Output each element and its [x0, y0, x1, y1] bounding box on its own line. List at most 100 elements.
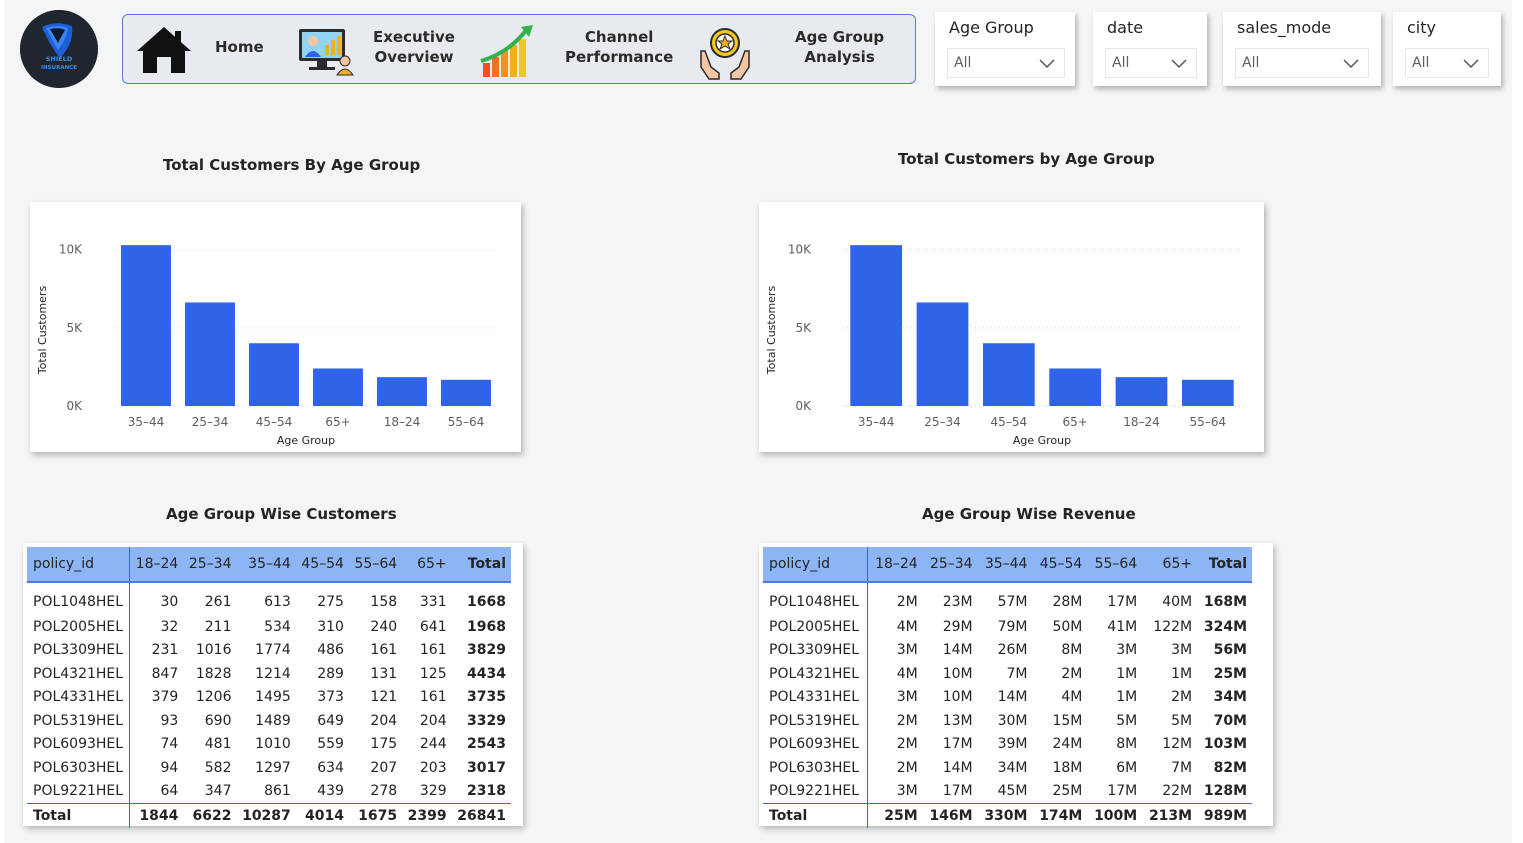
- column-header[interactable]: 18–24: [129, 547, 184, 583]
- table-cell: POL9221HEL: [27, 779, 131, 804]
- column-header[interactable]: policy_id: [27, 547, 131, 583]
- table-cell: 2M: [896, 712, 918, 729]
- column-header[interactable]: 18–24: [867, 547, 923, 583]
- x-tick-label: 65+: [1063, 415, 1088, 429]
- table-cell: 329: [419, 783, 447, 800]
- executive-dashboard-icon[interactable]: [297, 25, 355, 81]
- bar-25-34[interactable]: [185, 302, 235, 406]
- bar-35-44[interactable]: [850, 245, 903, 406]
- table-cell: 231: [151, 642, 179, 659]
- revenue-matrix-card: policy_id 18–24 25–34 35–44 45–54 55–64 65+ Tot…: [759, 543, 1273, 828]
- table-cell: 4M: [896, 665, 918, 682]
- table-cell: 204: [370, 712, 398, 729]
- table-cell: 373: [317, 689, 344, 706]
- table-cell: 4M: [896, 618, 918, 635]
- total-row: Total 1844 6622 10287 4014 1675 2399 26841: [27, 803, 511, 828]
- slicer-age-group-dropdown[interactable]: All: [947, 48, 1065, 78]
- bar-35-44[interactable]: [121, 245, 171, 406]
- table-row[interactable]: POL9221HEL 64 347 861 439 278 329 2318: [27, 779, 511, 804]
- table-row[interactable]: POL1048HEL 2M 23M 57M 28M 17M 40M 168M: [763, 582, 1252, 615]
- bar-55-64[interactable]: [441, 379, 491, 406]
- column-header[interactable]: 35–44: [236, 547, 296, 583]
- table-cell: 3329: [467, 712, 506, 729]
- logo-text-insurance: INSURANCE: [41, 65, 77, 71]
- table-cell: 29M: [942, 618, 973, 635]
- column-header[interactable]: 65+: [402, 547, 452, 583]
- table-row[interactable]: POL3309HEL 231 1016 1774 486 161 161 3829: [27, 638, 511, 662]
- table-cell: 4434: [467, 665, 506, 682]
- column-header[interactable]: Total: [451, 547, 511, 583]
- table-cell: POL5319HEL: [27, 709, 131, 733]
- table-row[interactable]: POL4321HEL 847 1828 1214 289 131 125 4434: [27, 662, 511, 686]
- table-row[interactable]: POL5319HEL 93 690 1489 649 204 204 3329: [27, 709, 511, 733]
- table-cell: 486: [317, 642, 344, 659]
- bar-25-34[interactable]: [916, 302, 969, 406]
- table-row[interactable]: POL3309HEL 3M 14M 26M 8M 3M 3M 56M: [763, 638, 1252, 662]
- slicer-age-group: Age Group All: [935, 12, 1075, 86]
- nav-channel-line2: Performance: [565, 48, 674, 66]
- total-cell: 6622: [183, 803, 237, 828]
- nav-age-group-analysis-link[interactable]: Age Group Analysis: [795, 27, 884, 67]
- total-cell: 1844: [129, 803, 184, 828]
- table-row[interactable]: POL4331HEL 3M 10M 14M 4M 1M 2M 34M: [763, 685, 1252, 709]
- customers-matrix-card: policy_id 18–24 25–34 35–44 45–54 55–64 65+ Tot…: [23, 543, 523, 828]
- table-cell: 7M: [1006, 665, 1028, 682]
- table-row[interactable]: POL9221HEL 3M 17M 45M 25M 17M 22M 128M: [763, 779, 1252, 804]
- table-cell: 204: [419, 712, 447, 729]
- nav-executive-overview-link[interactable]: Executive Overview: [373, 27, 455, 67]
- table-row[interactable]: POL2005HEL 32 211 534 310 240 641 1968: [27, 615, 511, 639]
- column-header[interactable]: 25–34: [183, 547, 237, 583]
- bar-65+[interactable]: [313, 368, 363, 406]
- table-cell: 331: [419, 594, 447, 610]
- growth-chart-icon[interactable]: [479, 23, 537, 83]
- nav-home-link[interactable]: Home: [215, 37, 264, 57]
- y-tick-label: 10K: [59, 243, 83, 257]
- table-cell: 4M: [1061, 689, 1083, 706]
- table-cell: 34M: [997, 759, 1028, 776]
- x-tick-label: 35–44: [858, 415, 895, 429]
- table-cell: 122M: [1153, 618, 1193, 635]
- table-cell: 240: [370, 618, 398, 635]
- bar-18-24[interactable]: [1115, 377, 1168, 406]
- home-icon[interactable]: [135, 25, 193, 79]
- slicer-date-dropdown[interactable]: All: [1105, 48, 1197, 78]
- table-cell: 158: [370, 594, 398, 610]
- table-cell: 1495: [255, 689, 291, 706]
- column-header[interactable]: policy_id: [763, 547, 869, 583]
- slicer-city-dropdown[interactable]: All: [1405, 48, 1489, 78]
- column-header[interactable]: 25–34: [922, 547, 978, 583]
- x-axis-label: Age Group: [1013, 434, 1071, 447]
- column-header[interactable]: Total: [1197, 547, 1252, 583]
- nav-channel-performance-link[interactable]: Channel Performance: [565, 27, 673, 67]
- table-cell: 8M: [1061, 642, 1083, 659]
- bar-65+[interactable]: [1049, 368, 1102, 406]
- table-cell: 168M: [1203, 594, 1247, 610]
- slicer-sales-mode-value: All: [1242, 55, 1260, 71]
- table-row[interactable]: POL4331HEL 379 1206 1495 373 121 161 3735: [27, 685, 511, 709]
- table-row[interactable]: POL6303HEL 2M 14M 34M 18M 6M 7M 82M: [763, 756, 1252, 780]
- table-title-customers: Age Group Wise Customers: [166, 505, 397, 523]
- table-row[interactable]: POL6093HEL 74 481 1010 559 175 244 2543: [27, 732, 511, 756]
- column-header[interactable]: 55–64: [1087, 547, 1143, 583]
- column-header[interactable]: 55–64: [348, 547, 403, 583]
- table-row[interactable]: POL6093HEL 2M 17M 39M 24M 8M 12M 103M: [763, 732, 1252, 756]
- column-header[interactable]: 65+: [1142, 547, 1198, 583]
- bar-45-54[interactable]: [249, 343, 299, 406]
- column-header[interactable]: 35–44: [977, 547, 1033, 583]
- bar-18-24[interactable]: [377, 377, 427, 406]
- column-header[interactable]: 45–54: [295, 547, 349, 583]
- table-row[interactable]: POL6303HEL 94 582 1297 634 207 203 3017: [27, 756, 511, 780]
- hands-star-icon[interactable]: [697, 23, 753, 85]
- table-row[interactable]: POL5319HEL 2M 13M 30M 15M 5M 5M 70M: [763, 709, 1252, 733]
- table-cell: 379: [151, 689, 179, 706]
- slicer-sales-mode-dropdown[interactable]: All: [1235, 48, 1369, 78]
- slicer-age-group-value: All: [954, 55, 972, 71]
- table-cell: 3M: [896, 783, 918, 800]
- column-header[interactable]: 45–54: [1032, 547, 1088, 583]
- bar-55-64[interactable]: [1181, 379, 1234, 406]
- table-row[interactable]: POL4321HEL 4M 10M 7M 2M 1M 1M 25M: [763, 662, 1252, 686]
- table-row[interactable]: POL2005HEL 4M 29M 79M 50M 41M 122M 324M: [763, 615, 1252, 639]
- table-row[interactable]: POL1048HEL 30 261 613 275 158 331 1668: [27, 582, 511, 615]
- bar-45-54[interactable]: [982, 343, 1035, 406]
- table-cell: 1968: [467, 618, 506, 635]
